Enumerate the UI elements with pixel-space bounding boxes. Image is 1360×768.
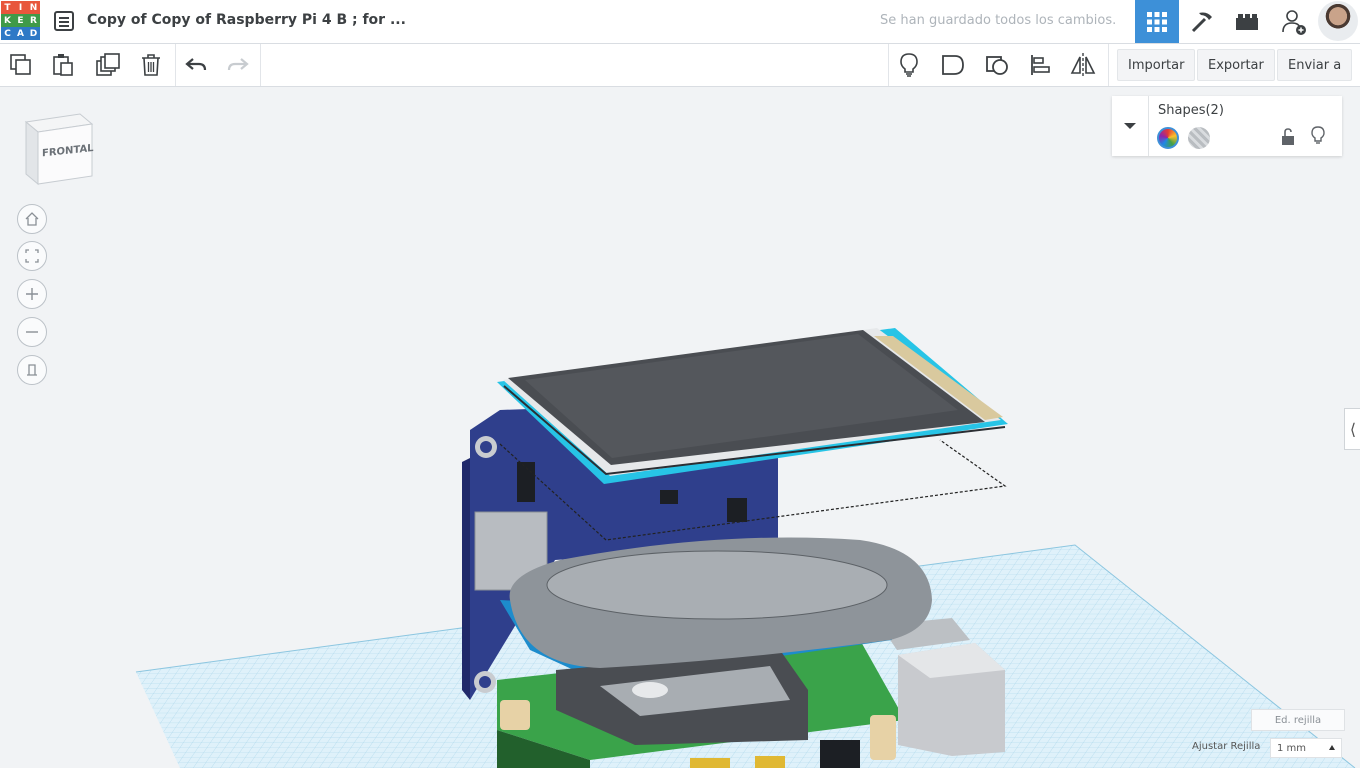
send-to-button[interactable]: Enviar a <box>1277 49 1353 81</box>
grid-3d-icon <box>1147 11 1167 32</box>
view-cube[interactable]: FRONTAL <box>24 112 96 186</box>
chevron-left-icon: ⟨ <box>1349 419 1357 439</box>
caret-up-icon <box>1329 745 1335 750</box>
zoom-out-icon <box>26 331 38 333</box>
redo-icon <box>227 58 249 71</box>
snap-grid-select[interactable]: 1 mm <box>1270 738 1342 758</box>
minecraft-mode-button[interactable] <box>1180 0 1224 43</box>
toolbar: Importar Exportar Enviar a <box>0 44 1360 87</box>
zoom-in-button[interactable] <box>17 279 47 309</box>
fit-view-button[interactable] <box>17 241 47 271</box>
delete-button[interactable] <box>135 50 167 80</box>
tinkercad-logo[interactable]: T I N K E R C A D <box>1 1 41 41</box>
fit-icon <box>25 249 39 263</box>
zoom-out-button[interactable] <box>17 317 47 347</box>
unlock-icon <box>1282 128 1294 145</box>
paste-button[interactable] <box>47 50 79 80</box>
zoom-in-icon <box>26 288 38 300</box>
snap-grid-label: Ajustar Rejilla <box>1192 741 1261 752</box>
perspective-icon <box>27 364 37 376</box>
save-status: Se han guardado todos los cambios. <box>880 13 1117 28</box>
paste-icon <box>53 54 73 76</box>
toolbar-divider <box>888 44 889 86</box>
logo-letter: R <box>27 14 40 27</box>
redo-button[interactable] <box>222 50 254 80</box>
import-button[interactable]: Importar <box>1117 49 1196 81</box>
export-button[interactable]: Exportar <box>1197 49 1275 81</box>
lock-button[interactable] <box>1280 128 1296 150</box>
mirror-button[interactable] <box>1067 50 1099 80</box>
3d-design-mode-button[interactable] <box>1135 0 1179 43</box>
shapes-inspector-panel: Shapes(2) <box>1112 96 1342 156</box>
group-icon <box>942 55 964 75</box>
expand-side-panel-button[interactable]: ⟨ <box>1344 408 1360 450</box>
logo-letter: D <box>27 27 40 40</box>
ungroup-icon <box>986 56 1008 75</box>
bricks-mode-button[interactable] <box>1225 0 1269 43</box>
avatar[interactable] <box>1318 1 1358 41</box>
design-list-icon[interactable] <box>53 10 75 32</box>
home-view-button[interactable] <box>17 204 47 234</box>
logo-letter: I <box>14 1 27 14</box>
logo-letter: T <box>1 1 14 14</box>
logo-letter: K <box>1 14 14 27</box>
logo-letter: N <box>27 1 40 14</box>
design-title[interactable]: Copy of Copy of Raspberry Pi 4 B ; for .… <box>87 12 406 28</box>
toolbar-divider <box>175 44 176 86</box>
invite-user-button[interactable] <box>1272 0 1316 43</box>
align-icon <box>1031 55 1050 75</box>
duplicate-icon <box>96 53 120 76</box>
undo-icon <box>185 58 207 71</box>
top-bar: T I N K E R C A D Copy of Copy of Raspbe… <box>0 0 1360 44</box>
copy-icon <box>10 54 31 75</box>
light-bulb-icon <box>1311 126 1325 144</box>
home-icon <box>25 212 39 226</box>
undo-button[interactable] <box>180 50 212 80</box>
add-user-icon <box>1282 9 1306 35</box>
logo-letter: A <box>14 27 27 40</box>
pickaxe-icon <box>1191 12 1212 32</box>
hide-button[interactable] <box>1310 126 1326 150</box>
shapes-count-title: Shapes(2) <box>1158 103 1224 118</box>
delete-icon <box>142 54 160 76</box>
hole-swatch[interactable] <box>1188 127 1210 149</box>
align-button[interactable] <box>1025 50 1057 80</box>
snap-grid-value: 1 mm <box>1277 742 1307 754</box>
solid-color-swatch[interactable] <box>1157 127 1179 149</box>
toolbar-divider <box>260 44 261 86</box>
light-bulb-icon <box>900 53 918 77</box>
chevron-down-icon <box>1124 123 1136 129</box>
edit-grid-button[interactable]: Ed. rejilla <box>1251 709 1345 731</box>
logo-letter: C <box>1 27 14 40</box>
collapse-panel-button[interactable] <box>1112 96 1149 156</box>
bricks-icon <box>1236 13 1258 30</box>
ungroup-button[interactable] <box>981 50 1013 80</box>
group-button[interactable] <box>937 50 969 80</box>
duplicate-button[interactable] <box>92 50 124 80</box>
toolbar-divider <box>1108 44 1109 86</box>
workplane-viewport[interactable] <box>0 87 1360 768</box>
mirror-icon <box>1070 53 1096 77</box>
copy-button[interactable] <box>5 50 37 80</box>
perspective-toggle-button[interactable] <box>17 355 47 385</box>
show-hidden-button[interactable] <box>893 50 925 80</box>
logo-letter: E <box>14 14 27 27</box>
